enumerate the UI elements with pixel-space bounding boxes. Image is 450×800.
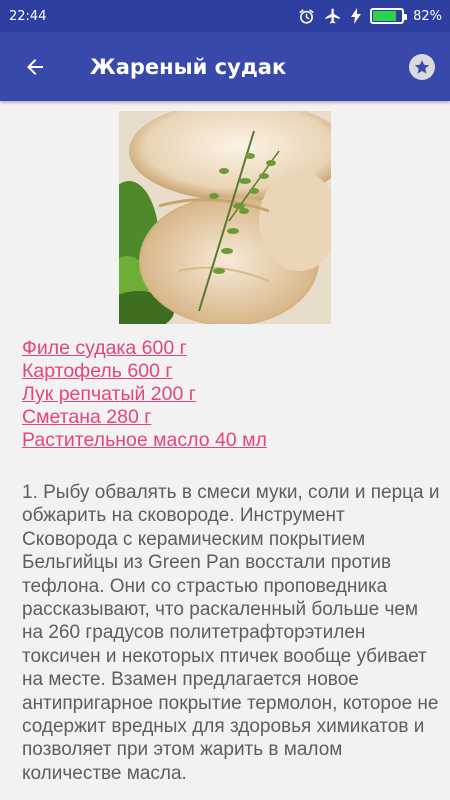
alarm-icon (299, 8, 314, 24)
status-bar: 22:44 82% (0, 0, 450, 32)
star-icon (414, 59, 430, 74)
ingredient-link[interactable]: Картофель 600 г (22, 360, 432, 383)
back-button[interactable] (0, 32, 70, 101)
favorite-button[interactable] (394, 32, 450, 101)
ingredient-link[interactable]: Филе судака 600 г (22, 337, 432, 360)
ingredients-list: Филе судака 600 г Картофель 600 г Лук ре… (22, 337, 432, 452)
ingredient-link[interactable]: Лук репчатый 200 г (22, 383, 432, 406)
ingredient-link[interactable]: Растительное масло 40 мл (22, 429, 432, 452)
ingredient-link[interactable]: Сметана 280 г (22, 406, 432, 429)
airplane-icon (325, 8, 340, 24)
status-indicators: 82% (298, 7, 442, 25)
recipe-photo (119, 111, 331, 324)
battery-percent: 82% (413, 8, 442, 24)
charging-icon (351, 8, 362, 24)
cooking-steps: 1. Рыбу обвалять в смеси муки, соли и пе… (22, 482, 440, 784)
battery-icon (370, 8, 408, 24)
status-time: 22:44 (9, 8, 47, 24)
page-title: Жареный судак (90, 54, 287, 79)
arrow-left-icon (27, 58, 43, 75)
recipe-content[interactable]: Филе судака 600 г Картофель 600 г Лук ре… (0, 101, 450, 800)
app-bar: Жареный судак (0, 32, 450, 101)
